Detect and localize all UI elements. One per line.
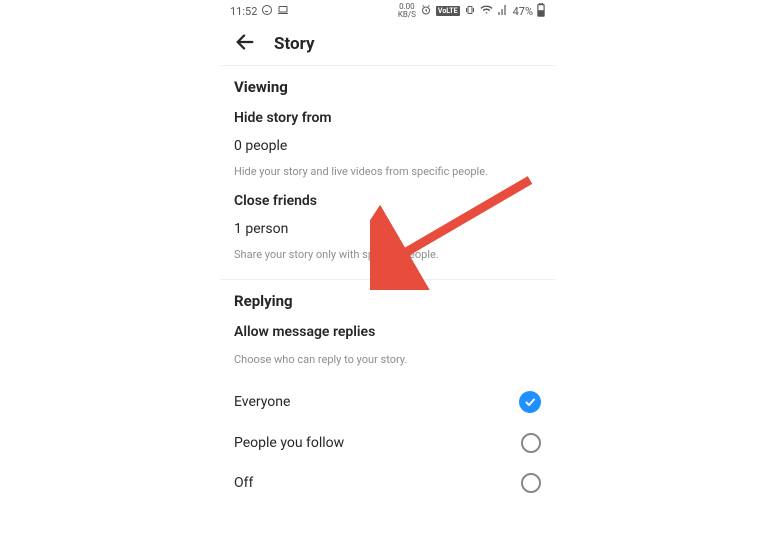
reply-option-label: People you follow (234, 435, 344, 451)
radio-unselected-icon (521, 433, 541, 453)
reply-option-off[interactable]: Off (234, 463, 541, 503)
vibrate-icon (464, 4, 476, 19)
laptop-icon (277, 4, 289, 19)
volte-badge: VoLTE (436, 6, 460, 16)
hide-story-description: Hide your story and live videos from spe… (234, 164, 541, 179)
allow-replies-title: Allow message replies (234, 324, 541, 340)
hide-story-title: Hide story from (234, 110, 541, 126)
back-icon[interactable] (234, 31, 256, 57)
net-speed: 0.00 KB/S (398, 3, 416, 19)
allow-replies-description: Choose who can reply to your story. (234, 352, 541, 367)
radio-selected-icon (519, 391, 541, 413)
reply-option-everyone[interactable]: Everyone (234, 381, 541, 423)
close-friends-value[interactable]: 1 person (234, 221, 541, 237)
whatsapp-icon (261, 4, 273, 19)
status-time: 11:52 (230, 5, 257, 18)
replying-section-title: Replying (234, 292, 541, 310)
viewing-section-title: Viewing (234, 78, 541, 96)
signal-icon (497, 4, 509, 19)
page-header: Story (220, 22, 555, 66)
battery-icon (537, 3, 545, 20)
radio-unselected-icon (521, 473, 541, 493)
phone-screen: 11:52 0.00 KB/S VoLTE (220, 0, 555, 541)
reply-option-label: Off (234, 475, 253, 491)
viewing-section: Viewing Hide story from 0 people Hide yo… (220, 66, 555, 280)
page-title: Story (274, 34, 315, 54)
reply-option-follow[interactable]: People you follow (234, 423, 541, 463)
close-friends-title: Close friends (234, 193, 541, 209)
status-bar: 11:52 0.00 KB/S VoLTE (220, 0, 555, 22)
replying-section: Replying Allow message replies Choose wh… (220, 280, 555, 519)
alarm-icon (420, 4, 432, 19)
hide-story-value[interactable]: 0 people (234, 138, 541, 154)
battery-percent: 47% (513, 5, 533, 18)
reply-option-label: Everyone (234, 394, 290, 410)
close-friends-description: Share your story only with specific peop… (234, 247, 541, 262)
wifi-icon (480, 3, 493, 19)
